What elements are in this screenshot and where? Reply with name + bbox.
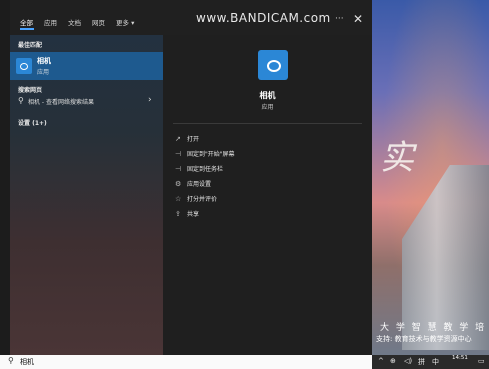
action-label: 固定到任务栏 [187, 166, 224, 173]
chevron-up-icon[interactable]: ^ [378, 357, 384, 365]
action-label: 打分并评价 [187, 196, 218, 203]
action-rate[interactable]: ☆ 打分并评价 [175, 194, 217, 203]
tab-more[interactable]: 更多 ▾ [116, 17, 134, 27]
search-icon: ⚲ [18, 96, 24, 105]
desktop-wallpaper: 实 大 学 智 慧 教 学 培 训 支持: 教育技术与教学资源中心 [372, 0, 489, 369]
camera-app-icon [258, 50, 288, 80]
search-tab-bar: 全部 应用 文档 网页 更多 ▾ www.BANDICAM.com ··· ✕ [10, 0, 372, 35]
close-icon[interactable]: ✕ [353, 12, 363, 26]
network-icon[interactable]: ⊕ [390, 357, 396, 365]
action-app-settings[interactable]: ⚙ 应用设置 [175, 179, 211, 188]
start-search-panel: 全部 应用 文档 网页 更多 ▾ www.BANDICAM.com ··· ✕ … [10, 0, 372, 355]
result-name: 相机 [37, 57, 51, 65]
best-match-heading: 最佳匹配 [18, 42, 43, 49]
search-input[interactable]: 相机 [20, 357, 34, 367]
ime-indicator[interactable]: 拼 [418, 357, 425, 367]
star-icon: ☆ [175, 195, 182, 203]
taskbar-search-box[interactable]: ⚲ 相机 [0, 355, 372, 369]
wallpaper-caption: 大 学 智 慧 教 学 培 训 [380, 323, 489, 333]
preview-app-type: 应用 [261, 104, 274, 111]
volume-icon[interactable]: ◁) [404, 357, 412, 365]
wallpaper-calligraphy: 实 [380, 138, 414, 178]
result-type: 应用 [37, 69, 50, 76]
pin-taskbar-icon: ⊣ [175, 165, 182, 173]
taskbar: ⚲ 相机 ^ ⊕ ◁) 拼 中 14:51 ▭ [0, 355, 489, 369]
action-pin-taskbar[interactable]: ⊣ 固定到任务栏 [175, 164, 223, 173]
settings-icon: ⚙ [175, 180, 182, 188]
action-label: 固定到"开始"屏幕 [187, 151, 235, 158]
web-search-heading: 搜索网页 [18, 87, 43, 94]
action-share[interactable]: ⇪ 共享 [175, 209, 199, 218]
chevron-right-icon[interactable]: › [148, 95, 152, 105]
tab-all[interactable]: 全部 [20, 17, 33, 27]
search-icon: ⚲ [8, 356, 14, 365]
tab-documents[interactable]: 文档 [68, 17, 81, 27]
notification-icon[interactable]: ▭ [478, 357, 485, 365]
share-icon: ⇪ [175, 210, 181, 218]
action-label: 共享 [187, 211, 200, 218]
action-pin-start[interactable]: ⊣ 固定到"开始"屏幕 [175, 149, 235, 158]
settings-heading[interactable]: 设置 (1+) [18, 118, 47, 127]
preview-app-name: 相机 [259, 91, 276, 100]
system-tray: ^ ⊕ ◁) 拼 中 14:51 ▭ [372, 355, 489, 369]
clock[interactable]: 14:51 [452, 355, 468, 362]
action-label: 打开 [187, 136, 200, 143]
preview-pane: 相机 应用 ↗ 打开 ⊣ 固定到"开始"屏幕 ⊣ 固定到任务栏 ⚙ 应用设置 ☆ 打分并评… [163, 35, 372, 355]
more-options-button[interactable]: ··· [335, 14, 344, 24]
tab-apps[interactable]: 应用 [44, 17, 57, 27]
web-search-label: 相机 - 查看网络搜索结果 [28, 99, 94, 106]
tab-web[interactable]: 网页 [92, 17, 105, 27]
input-language[interactable]: 中 [432, 357, 439, 367]
open-icon: ↗ [175, 135, 181, 143]
divider [173, 123, 362, 124]
camera-icon [16, 58, 32, 74]
active-tab-indicator [20, 28, 34, 30]
pin-start-icon: ⊣ [175, 150, 182, 158]
action-open[interactable]: ↗ 打开 [175, 134, 199, 143]
recorder-watermark: www.BANDICAM.com [196, 11, 331, 25]
wallpaper-subcaption: 支持: 教育技术与教学资源中心 [376, 335, 472, 343]
results-pane [10, 35, 163, 355]
best-match-result[interactable]: 相机 应用 [10, 52, 163, 80]
action-label: 应用设置 [187, 181, 212, 188]
web-search-result[interactable]: ⚲ 相机 - 查看网络搜索结果 › [10, 95, 163, 110]
